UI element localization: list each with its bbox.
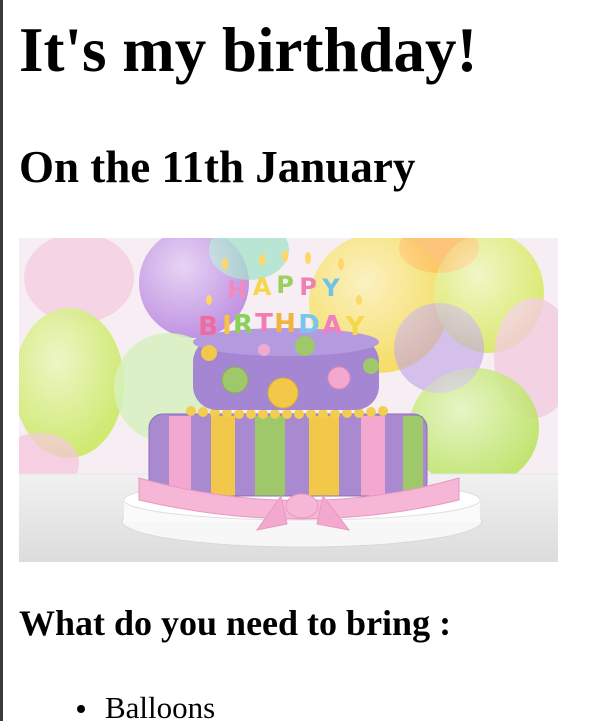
list-item: Balloons	[76, 688, 215, 728]
svg-text:R: R	[233, 310, 253, 340]
svg-text:B: B	[198, 312, 218, 342]
window-left-edge	[0, 0, 3, 721]
svg-text:A: A	[322, 311, 342, 341]
svg-text:P: P	[299, 273, 317, 301]
svg-text:T: T	[255, 309, 273, 339]
birthday-cake-photo: H A P P Y B I R T H D A Y	[19, 238, 558, 562]
event-date-heading: On the 11th January	[19, 142, 416, 192]
svg-text:H: H	[227, 276, 247, 304]
bring-list: Balloons	[19, 688, 215, 728]
svg-text:P: P	[276, 271, 294, 299]
page-title: It's my birthday!	[19, 15, 478, 85]
svg-text:A: A	[253, 273, 272, 301]
svg-text:D: D	[298, 310, 320, 340]
bring-list-heading: What do you need to bring :	[19, 603, 452, 643]
svg-text:Y: Y	[321, 274, 340, 302]
svg-text:I: I	[222, 311, 232, 341]
svg-text:Y: Y	[345, 312, 366, 342]
svg-text:H: H	[274, 309, 296, 339]
